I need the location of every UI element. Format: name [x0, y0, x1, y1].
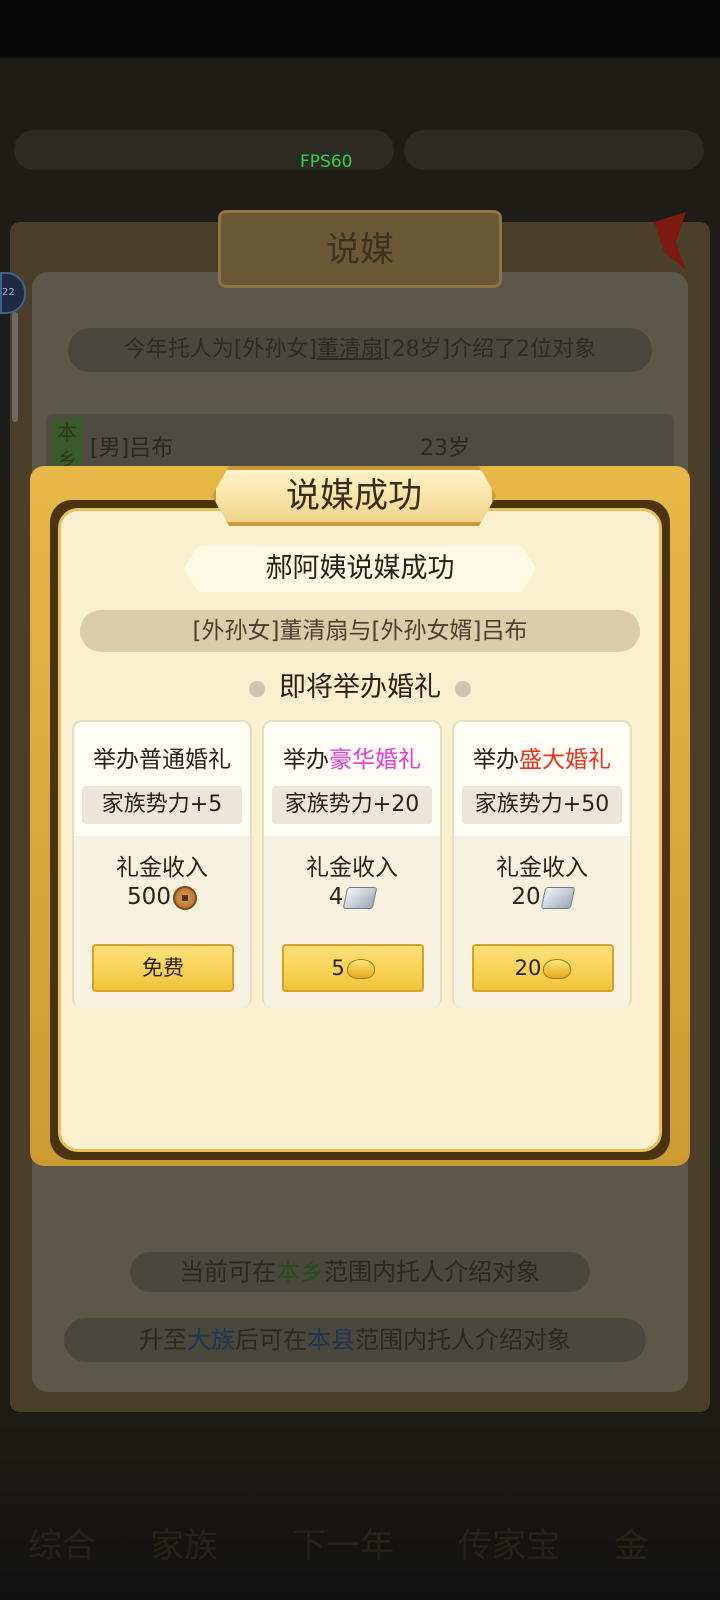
copper-coin-icon — [172, 885, 197, 910]
power-bonus: 家族势力+5 — [82, 786, 242, 824]
power-bonus: 家族势力+20 — [272, 786, 432, 824]
bottom-nav — [0, 1410, 720, 1600]
income-value: 500 — [74, 884, 250, 910]
bg-panel-title: 说媒 — [326, 230, 394, 270]
income-value: 20 — [454, 884, 630, 910]
income-label: 礼金收入 — [496, 855, 588, 881]
card-heading: 举办普通婚礼 — [93, 747, 231, 773]
income-label: 礼金收入 — [116, 855, 208, 881]
income-label: 礼金收入 — [306, 855, 398, 881]
bg-hint-upgrade: 升至大族后可在本县范围内托人介绍对象 — [64, 1318, 646, 1362]
dot-icon — [249, 680, 265, 697]
gold-ingot-icon — [543, 959, 572, 979]
nav-heirloom[interactable]: 传家宝 — [458, 1518, 560, 1567]
close-icon[interactable] — [650, 212, 690, 272]
dot-icon — [455, 680, 471, 697]
hold-grand-wedding-button[interactable]: 20 — [472, 944, 614, 992]
bg-candidate: [男]吕布 23岁 — [90, 436, 470, 461]
nav-overview[interactable]: 综合 — [28, 1518, 96, 1567]
card-heading: 举办盛大婚礼 — [473, 747, 611, 773]
bg-currency-bar — [404, 130, 704, 170]
silver-ingot-icon — [342, 886, 378, 909]
wedding-option-luxury: 举办豪华婚礼 家族势力+20 礼金收入 4 5 — [262, 720, 442, 1008]
wedding-option-grand: 举办盛大婚礼 家族势力+50 礼金收入 20 20 — [452, 720, 632, 1008]
modal-title: 说媒成功 — [286, 476, 422, 516]
bg-info-text: 今年托人为[外孙女]董清扇[28岁]介绍了2位对象 — [68, 328, 652, 372]
nav-next-year[interactable]: 下一年 — [292, 1518, 394, 1567]
hold-normal-wedding-button[interactable]: 免费 — [92, 944, 234, 992]
income-value: 4 — [264, 884, 440, 910]
wedding-option-normal: 举办普通婚礼 家族势力+5 礼金收入 500 免费 — [72, 720, 252, 1008]
card-heading: 举办豪华婚礼 — [283, 747, 421, 773]
subtitle: 郝阿姨说媒成功 — [265, 553, 455, 584]
scrollbar[interactable] — [12, 312, 18, 422]
silver-ingot-icon — [540, 886, 575, 909]
upcoming-wedding-heading: 即将举办婚礼 — [60, 668, 660, 708]
nav-gold[interactable]: 金 — [614, 1518, 648, 1567]
hold-luxury-wedding-button[interactable]: 5 — [282, 944, 424, 992]
couple-names: [外孙女]董清扇与[外孙女婿]吕布 — [80, 610, 640, 652]
bg-hint-current: 当前可在本乡范围内托人介绍对象 — [130, 1252, 590, 1292]
power-bonus: 家族势力+50 — [462, 786, 622, 824]
gold-ingot-icon — [346, 959, 375, 979]
fps-counter: FPS60 — [300, 152, 353, 172]
nav-family[interactable]: 家族 — [150, 1518, 218, 1567]
